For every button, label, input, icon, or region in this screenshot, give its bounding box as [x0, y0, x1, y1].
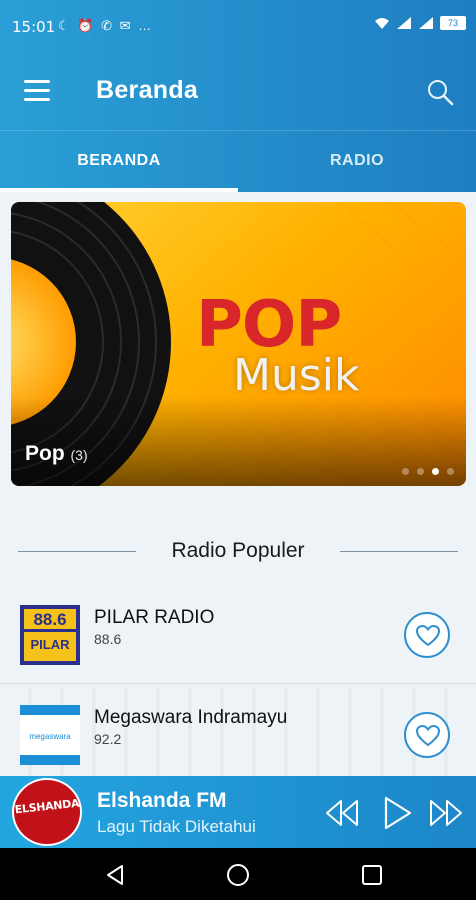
- rewind-icon[interactable]: [324, 796, 360, 830]
- station-frequency: 92.2: [94, 731, 122, 747]
- banner-caption: Pop (3): [25, 442, 88, 466]
- logo-text: ELSHANDA: [14, 796, 80, 817]
- svg-text:megaswara: megaswara: [29, 732, 71, 741]
- notification-icons: ☾ ⏰ ✆ ✉ …: [58, 18, 154, 33]
- favorite-button[interactable]: [404, 712, 450, 758]
- mini-player: ELSHANDA Elshanda FM Lagu Tidak Diketahu…: [0, 776, 476, 848]
- banner-shade: [11, 396, 466, 486]
- search-icon[interactable]: [426, 78, 454, 106]
- station-logo: megaswara: [20, 705, 80, 765]
- divider: [340, 551, 458, 552]
- carousel-dots: [402, 468, 454, 475]
- tab-beranda[interactable]: BERANDA: [0, 131, 238, 193]
- svg-text:PILAR: PILAR: [31, 637, 71, 652]
- signal-icon: [397, 17, 411, 29]
- banner-count: (3): [70, 447, 88, 463]
- carousel-dot[interactable]: [402, 468, 409, 475]
- hamburger-menu-icon[interactable]: [24, 80, 50, 102]
- wifi-icon: [375, 18, 389, 29]
- radio-list-item[interactable]: megaswara Megaswara Indramayu 92.2: [0, 688, 476, 778]
- tab-indicator: [0, 188, 238, 192]
- signal-icon-2: [419, 17, 433, 29]
- system-icons: 73: [374, 16, 466, 30]
- status-bar: 15:01 ☾ ⏰ ✆ ✉ … 73: [0, 0, 476, 54]
- tab-radio[interactable]: RADIO: [238, 131, 476, 193]
- station-name: Megaswara Indramayu: [94, 707, 288, 728]
- genre-banner[interactable]: POP Musik Pop (3): [11, 202, 466, 486]
- radio-list-item[interactable]: 88.6 PILAR PILAR RADIO 88.6: [0, 588, 476, 684]
- now-playing-logo[interactable]: ELSHANDA: [12, 778, 82, 846]
- system-nav-bar: [0, 848, 476, 900]
- back-icon[interactable]: [102, 862, 128, 888]
- status-time: 15:01: [12, 18, 56, 36]
- banner-subheadline: Musik: [233, 350, 360, 401]
- fast-forward-icon[interactable]: [428, 796, 464, 830]
- battery-icon: 73: [440, 16, 466, 30]
- favorite-button[interactable]: [404, 612, 450, 658]
- carousel-dot[interactable]: [447, 468, 454, 475]
- play-icon[interactable]: [380, 796, 416, 830]
- app-bar: Beranda: [0, 54, 476, 130]
- heart-icon: [416, 625, 440, 647]
- station-frequency: 88.6: [94, 631, 122, 647]
- tab-bar: BERANDA RADIO: [0, 130, 476, 192]
- svg-text:88.6: 88.6: [33, 610, 66, 629]
- heart-icon: [416, 725, 440, 747]
- now-playing-station: Elshanda FM: [97, 789, 227, 812]
- carousel-dot-active[interactable]: [432, 468, 439, 475]
- now-playing-song: Lagu Tidak Diketahui: [97, 817, 256, 836]
- banner-genre-label: Pop: [25, 442, 65, 465]
- page-title: Beranda: [96, 76, 199, 104]
- home-icon[interactable]: [225, 862, 251, 888]
- carousel-dot[interactable]: [417, 468, 424, 475]
- section-header: Radio Populer: [18, 536, 458, 566]
- recent-apps-icon[interactable]: [359, 862, 385, 888]
- station-name: PILAR RADIO: [94, 607, 215, 628]
- station-logo: 88.6 PILAR: [20, 605, 80, 665]
